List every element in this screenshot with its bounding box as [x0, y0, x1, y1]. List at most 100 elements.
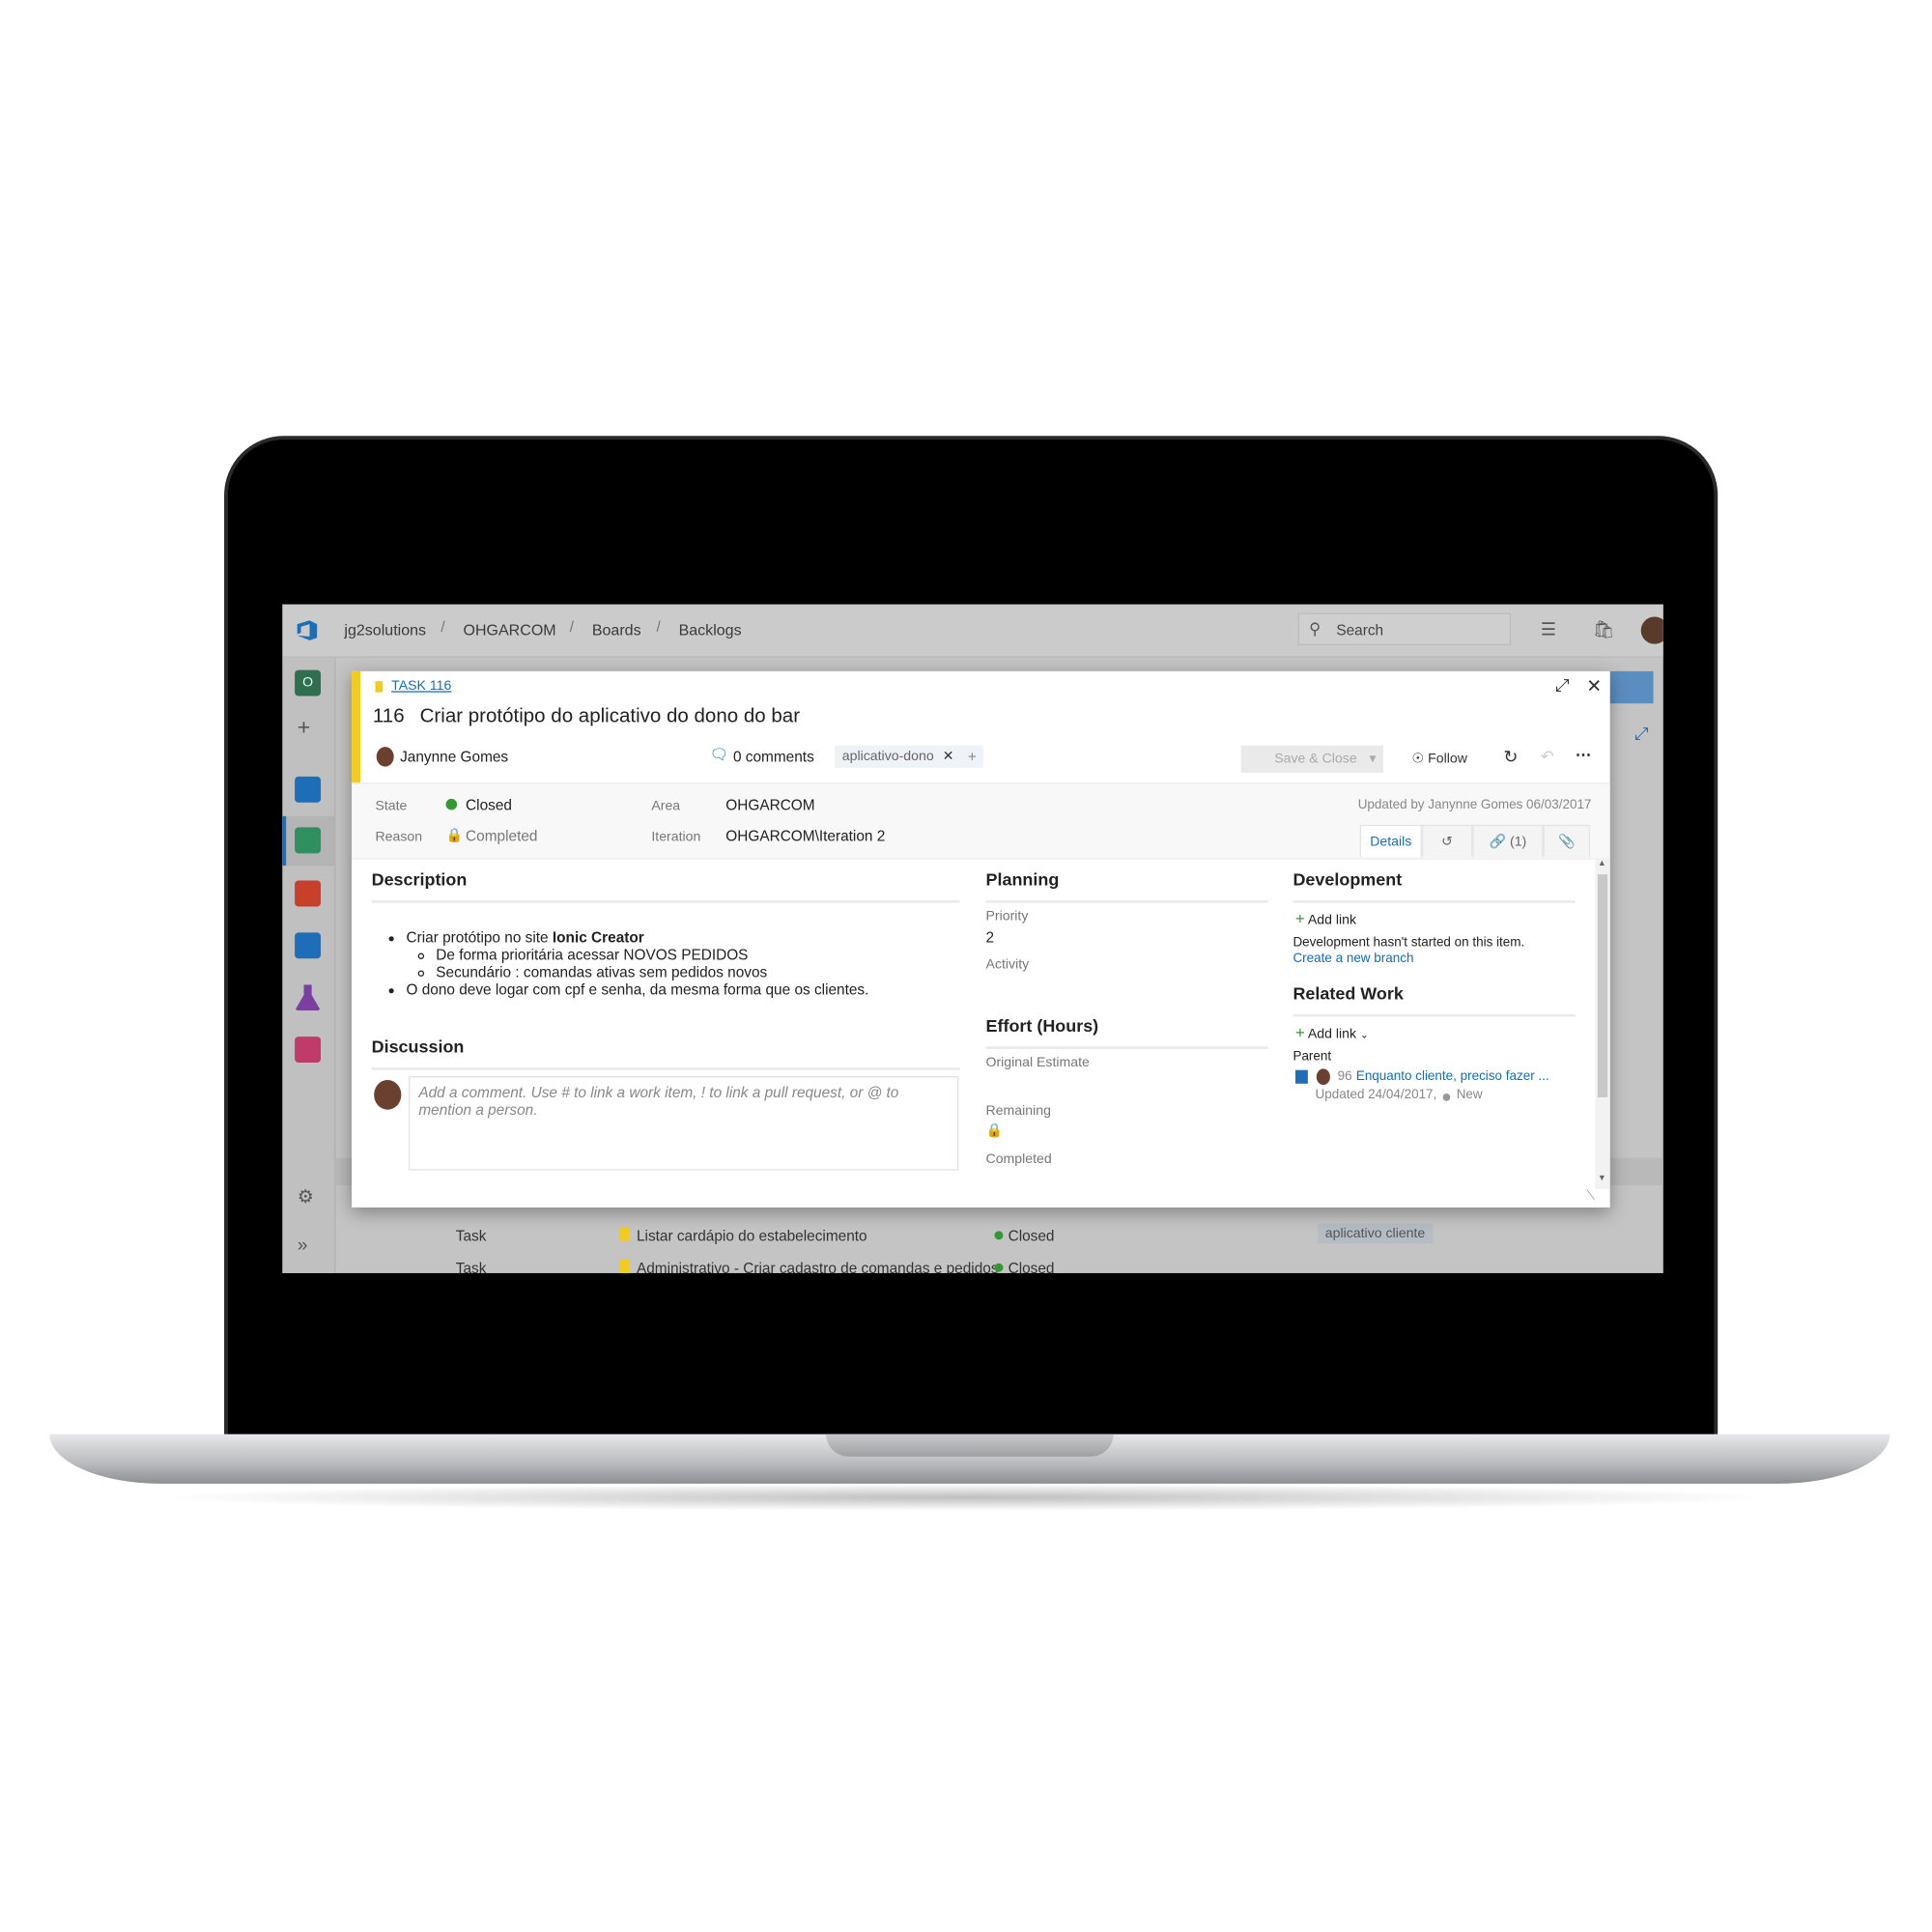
description-heading: Description [371, 868, 468, 890]
pipelines-icon[interactable] [295, 932, 322, 959]
scrollbar-thumb[interactable] [1597, 874, 1608, 1097]
comments-icon: 🗨 [709, 745, 729, 763]
tab-history[interactable]: ↺ [1421, 824, 1473, 858]
test-plans-icon[interactable] [295, 984, 322, 1011]
settings-gear-icon[interactable]: ⚙ [298, 1185, 314, 1208]
scroll-down-icon[interactable]: ▼ [1598, 1174, 1606, 1182]
divider [985, 900, 1268, 903]
overview-icon[interactable] [295, 776, 322, 803]
tag-label: aplicativo-dono [841, 749, 934, 765]
breadcrumb-org[interactable]: jg2solutions [344, 622, 426, 639]
tab-attachments[interactable]: 📎 [1543, 824, 1591, 858]
breadcrumb-project[interactable]: OHGARCOM [463, 622, 555, 639]
paperclip-icon: 📎 [1557, 835, 1576, 850]
top-bar: jg2solutions / OHGARCOM / Boards / Backl… [282, 604, 1663, 658]
background-new-button [1609, 670, 1654, 704]
iteration-field[interactable]: OHGARCOM\Iteration 2 [725, 827, 885, 844]
add-tag-button[interactable]: + [960, 745, 983, 768]
add-related-link-button[interactable]: + Add link ⌄ [1295, 1023, 1369, 1041]
planning-heading: Planning [985, 868, 1060, 890]
list-item: O dono deve logar com cpf e senha, da me… [407, 980, 959, 998]
breadcrumb-backlogs[interactable]: Backlogs [679, 622, 742, 639]
row-state: Closed [1008, 1227, 1055, 1245]
user-story-icon [1295, 1069, 1308, 1084]
assignee-field[interactable]: Janynne Gomes [400, 748, 508, 765]
remove-tag-icon[interactable]: ✕ [943, 750, 954, 764]
shopping-bag-icon[interactable]: 🛍 [1593, 619, 1615, 640]
azure-devops-logo-icon[interactable] [295, 619, 320, 641]
row-type: Task [455, 1227, 487, 1245]
eye-icon: ☉ [1411, 752, 1425, 767]
task-icon [375, 681, 384, 693]
row-title[interactable]: Listar cardápio do estabelecimento [637, 1228, 867, 1245]
artifacts-icon[interactable] [295, 1037, 322, 1063]
screen: jg2solutions / OHGARCOM / Boards / Backl… [282, 604, 1663, 1273]
search-icon: ⚲ [1309, 619, 1321, 639]
original-estimate-field[interactable] [986, 1072, 1268, 1093]
create-branch-link[interactable]: Create a new branch [1293, 952, 1413, 966]
divider [985, 1046, 1268, 1049]
link-icon: 🔗 [1489, 835, 1507, 850]
save-close-button[interactable]: Save & Close ▾ [1240, 745, 1384, 773]
task-link[interactable]: TASK 116 [391, 679, 451, 694]
description-field[interactable]: Criar protótipo no site Ionic Creator De… [377, 929, 959, 999]
tab-details[interactable]: Details [1359, 824, 1422, 858]
activity-field[interactable] [986, 974, 1268, 994]
state-dot-icon [445, 798, 458, 810]
area-label: Area [651, 798, 681, 814]
priority-field[interactable]: 2 [986, 929, 995, 947]
background-fullscreen-icon: ⤢ [1634, 723, 1649, 744]
list-item: Criar protótipo no site Ionic Creator De… [407, 929, 959, 981]
area-field[interactable]: OHGARCOM [725, 796, 814, 813]
plus-icon: + [1295, 909, 1305, 928]
boards-nav-selected[interactable] [282, 815, 335, 867]
laptop-shadow [148, 1483, 1784, 1512]
project-icon[interactable]: O [295, 669, 322, 696]
list-item: Secundário : comandas ativas sem pedidos… [436, 963, 958, 980]
comments-count[interactable]: 0 comments [733, 748, 814, 765]
left-nav: O + ⚙ » [282, 657, 336, 1273]
undo-icon[interactable]: ↶ [1541, 747, 1554, 767]
tab-links[interactable]: 🔗 (1) [1472, 824, 1544, 858]
add-development-link-button[interactable]: + Add link [1295, 909, 1356, 927]
assignee-avatar [376, 747, 394, 767]
chevron-down-icon[interactable]: ▾ [1370, 752, 1377, 766]
follow-button[interactable]: ☉ Follow [1411, 751, 1467, 767]
boards-icon [295, 827, 322, 854]
follow-label: Follow [1428, 752, 1467, 767]
comment-input[interactable]: Add a comment. Use # to link a work item… [409, 1076, 959, 1171]
links-count: (1) [1510, 835, 1527, 850]
list-item: De forma prioritária acessar NOVOS PEDID… [436, 946, 958, 963]
expand-nav-icon[interactable]: » [298, 1235, 308, 1256]
state-dot-icon [1442, 1094, 1451, 1101]
parent-label: Parent [1293, 1048, 1332, 1065]
updated-info: Updated by Janynne Gomes 06/03/2017 [1357, 797, 1592, 813]
add-icon[interactable]: + [298, 715, 310, 741]
task-color-bar [352, 670, 361, 783]
scrollbar[interactable]: ▲ ▼ [1595, 859, 1610, 1189]
scroll-up-icon[interactable]: ▲ [1598, 860, 1606, 868]
divider [371, 1067, 960, 1070]
save-close-label: Save & Close [1274, 752, 1357, 767]
iteration-label: Iteration [651, 829, 701, 845]
history-icon: ↺ [1441, 835, 1453, 850]
list-settings-icon[interactable]: ☰ [1541, 619, 1556, 640]
breadcrumb-boards[interactable]: Boards [592, 622, 641, 639]
discussion-heading: Discussion [371, 1037, 465, 1057]
refresh-icon[interactable]: ↻ [1503, 747, 1518, 768]
parent-updated: Updated 24/04/2017, [1315, 1087, 1437, 1103]
comment-placeholder: Add a comment. Use # to link a work item… [418, 1083, 899, 1119]
more-actions-icon[interactable]: ⋯ [1576, 746, 1592, 766]
close-icon[interactable]: ✕ [1586, 675, 1602, 697]
repos-icon[interactable] [295, 880, 322, 907]
work-item-title[interactable]: Criar protótipo do aplicativo do dono do… [420, 706, 800, 728]
search-input[interactable]: ⚲ Search [1297, 612, 1512, 645]
state-field[interactable]: Closed [466, 796, 512, 813]
closed-dot-icon [994, 1263, 1004, 1272]
maximize-icon[interactable]: ⤢ [1555, 675, 1569, 696]
user-avatar[interactable] [1640, 616, 1663, 644]
tag-chip: aplicativo-dono ✕ [835, 745, 962, 768]
row-title[interactable]: Administrativo - Criar cadastro de coman… [637, 1260, 999, 1273]
parent-link[interactable]: Enquanto cliente, preciso fazer ... [1356, 1068, 1549, 1083]
closed-dot-icon [994, 1231, 1004, 1240]
